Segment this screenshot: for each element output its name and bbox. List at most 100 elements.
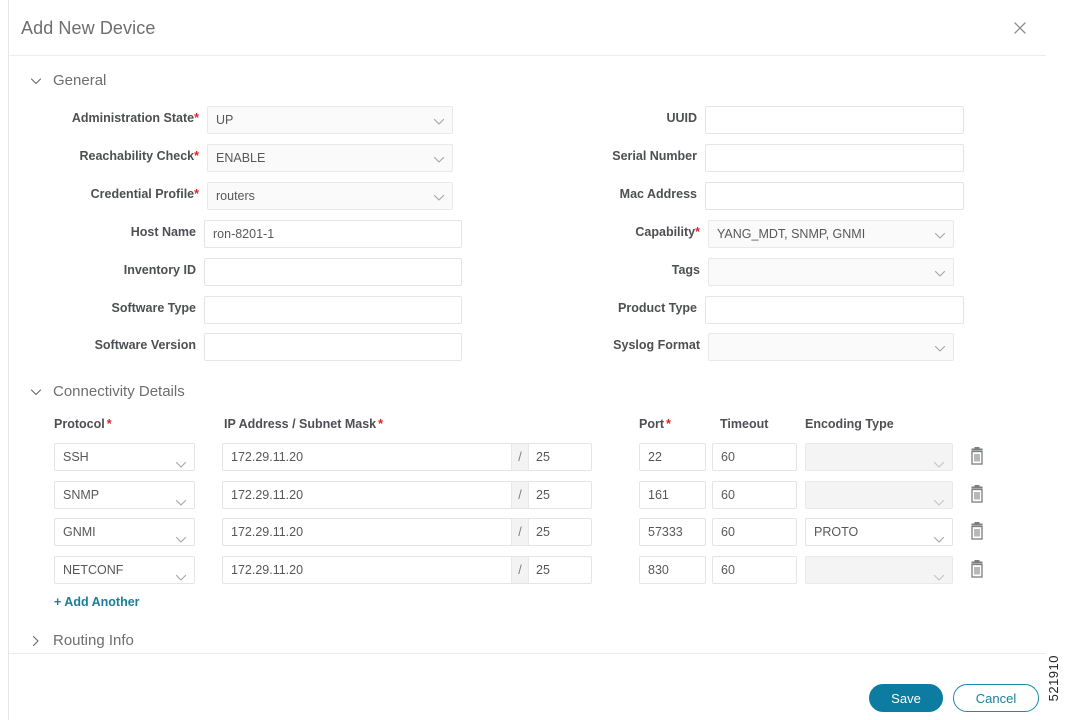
slash-separator: / [511,519,529,545]
chevron-down-icon [175,566,187,581]
field-credential-profile: Credential Profile* routers [91,182,453,210]
capability-select[interactable]: YANG_MDT, SNMP, GNMI [708,220,954,248]
port-input[interactable]: 161 [639,481,706,509]
field-label: Mac Address [619,187,697,201]
timeout-input[interactable]: 60 [712,556,797,584]
host-name-value: ron-8201-1 [213,227,275,241]
field-reachability-check: Reachability Check* ENABLE [79,144,453,172]
field-uuid: UUID [666,106,964,134]
field-label: Inventory ID [123,263,196,277]
chevron-down-icon [175,491,187,506]
timeout-input[interactable]: 60 [712,481,797,509]
port-input[interactable]: 830 [639,556,706,584]
field-label: UUID [666,111,697,125]
field-label: Tags [671,263,700,277]
chevron-down-icon [933,491,945,506]
table-row: GNMI 172.29.11.20 / 25 57333 60 PROTO [9,518,1046,546]
mac-address-input[interactable] [705,182,964,210]
encoding-type-select[interactable] [805,443,953,471]
encoding-type-select[interactable]: PROTO [805,518,953,546]
section-header-general[interactable]: General [29,72,106,89]
subnet-mask-input[interactable]: 25 [529,519,591,545]
field-capability: Capability* YANG_MDT, SNMP, GNMI [635,220,954,248]
add-another-link[interactable]: + Add Another [54,595,140,609]
product-type-input[interactable] [705,296,964,324]
syslog-format-select[interactable] [708,333,954,361]
chevron-down-icon [433,192,445,202]
ip-address-input[interactable]: 172.29.11.20 [223,444,511,470]
figure-id: 521910 [1046,655,1061,702]
reachability-check-select[interactable]: ENABLE [207,144,453,172]
chevron-down-icon [175,528,187,543]
port-input[interactable]: 22 [639,443,706,471]
field-administration-state: Administration State* UP [72,106,453,134]
host-name-input[interactable]: ron-8201-1 [204,220,462,248]
protocol-value: GNMI [63,525,96,539]
close-icon[interactable] [1006,14,1034,42]
chevron-right-icon [29,634,43,648]
encoding-type-select[interactable] [805,481,953,509]
field-label: Administration State* [71,111,199,125]
protocol-select[interactable]: SNMP [54,481,195,509]
section-title-connectivity-details: Connectivity Details [53,383,185,400]
section-header-connectivity-details[interactable]: Connectivity Details [29,383,185,400]
trash-icon[interactable] [968,485,986,505]
ip-address-input[interactable]: 172.29.11.20 [223,482,511,508]
save-button[interactable]: Save [869,684,943,712]
subnet-mask-input[interactable]: 25 [529,444,591,470]
timeout-input[interactable]: 60 [712,443,797,471]
software-version-input[interactable] [204,333,462,361]
cancel-button[interactable]: Cancel [953,684,1039,712]
table-row: SSH 172.29.11.20 / 25 22 60 [9,443,1046,471]
field-tags: Tags [672,258,954,286]
subnet-mask-input[interactable]: 25 [529,557,591,583]
protocol-select[interactable]: GNMI [54,518,195,546]
trash-icon[interactable] [968,447,986,467]
trash-icon[interactable] [968,560,986,580]
tags-select[interactable] [708,258,954,286]
slash-separator: / [511,557,529,583]
slash-separator: / [511,482,529,508]
inventory-id-input[interactable] [204,258,462,286]
capability-value: YANG_MDT, SNMP, GNMI [717,227,866,241]
ip-address-input[interactable]: 172.29.11.20 [223,519,511,545]
field-host-name: Host Name ron-8201-1 [131,220,462,248]
table-row: SNMP 172.29.11.20 / 25 161 60 [9,481,1046,509]
field-label: Reachability Check* [79,149,199,163]
subnet-mask-input[interactable]: 25 [529,482,591,508]
serial-number-input[interactable] [705,144,964,172]
protocol-value: NETCONF [63,563,124,577]
chevron-down-icon [933,566,945,581]
chevron-down-icon [934,268,946,278]
credential-profile-value: routers [216,189,255,203]
field-label: Software Version [94,338,196,352]
protocol-value: SNMP [63,488,100,502]
field-label: Host Name [130,225,196,239]
ip-subnet-group: 172.29.11.20 / 25 [222,481,592,509]
administration-state-select[interactable]: UP [207,106,453,134]
encoding-type-select[interactable] [805,556,953,584]
field-label: Syslog Format [613,338,700,352]
protocol-select[interactable]: NETCONF [54,556,195,584]
field-label: Credential Profile* [90,187,199,201]
field-serial-number: Serial Number [612,144,964,172]
ip-subnet-group: 172.29.11.20 / 25 [222,443,592,471]
software-type-input[interactable] [204,296,462,324]
section-header-routing-info[interactable]: Routing Info [29,632,134,649]
ip-subnet-group: 172.29.11.20 / 25 [222,518,592,546]
protocol-select[interactable]: SSH [54,443,195,471]
ip-address-input[interactable]: 172.29.11.20 [223,557,511,583]
field-label: Capability* [635,225,700,239]
timeout-input[interactable]: 60 [712,518,797,546]
field-software-version: Software Version [95,333,462,361]
trash-icon[interactable] [968,522,986,542]
field-inventory-id: Inventory ID [124,258,462,286]
port-input[interactable]: 57333 [639,518,706,546]
uuid-input[interactable] [705,106,964,134]
credential-profile-select[interactable]: routers [207,182,453,210]
chevron-down-icon [934,230,946,240]
chevron-down-icon [29,385,43,399]
field-mac-address: Mac Address [620,182,964,210]
connectivity-table: Protocol * IP Address / Subnet Mask * Port… [9,0,1046,609]
section-title-general: General [53,72,107,89]
